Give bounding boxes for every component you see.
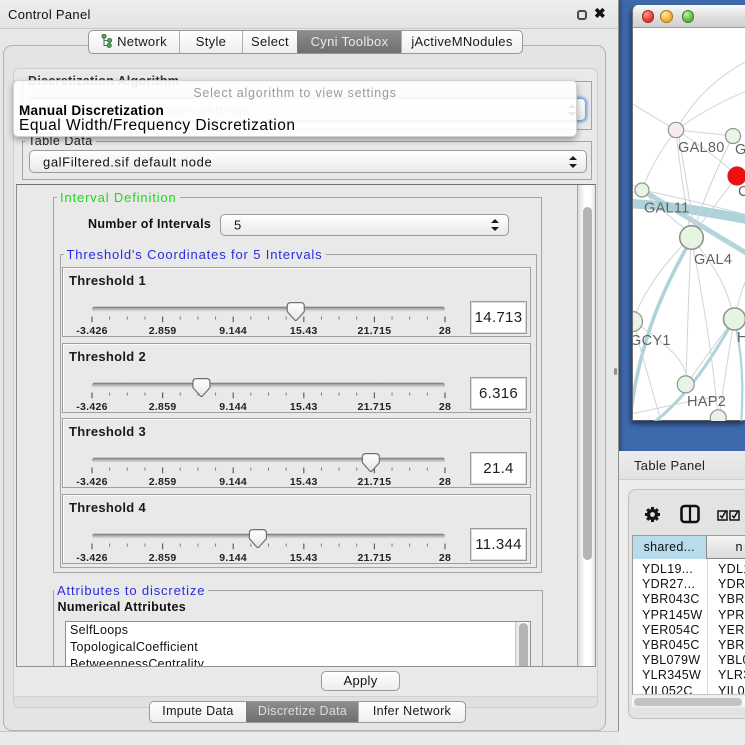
- svg-text:-3.426: -3.426: [76, 476, 108, 488]
- svg-text:21.715: 21.715: [357, 476, 391, 488]
- svg-text:HAP2: HAP2: [687, 394, 726, 410]
- svg-text:9.144: 9.144: [219, 325, 247, 337]
- svg-text:H: H: [737, 330, 745, 346]
- svg-text:-3.426: -3.426: [76, 552, 108, 564]
- svg-text:GAL11: GAL11: [644, 201, 690, 217]
- svg-text:21.715: 21.715: [357, 325, 391, 337]
- svg-text:9.144: 9.144: [219, 401, 247, 413]
- svg-text:-3.426: -3.426: [76, 401, 108, 413]
- svg-text:GCY1: GCY1: [633, 333, 671, 349]
- svg-text:C: C: [738, 184, 745, 200]
- svg-text:2.859: 2.859: [149, 401, 177, 413]
- svg-text:2.859: 2.859: [149, 552, 177, 564]
- svg-text:15.43: 15.43: [290, 476, 318, 488]
- svg-text:28: 28: [439, 325, 451, 337]
- svg-text:28: 28: [439, 476, 451, 488]
- svg-text:21.715: 21.715: [357, 401, 391, 413]
- svg-text:9.144: 9.144: [219, 476, 247, 488]
- svg-text:2.859: 2.859: [149, 325, 177, 337]
- svg-text:GAL80: GAL80: [678, 140, 725, 156]
- svg-text:-3.426: -3.426: [76, 325, 108, 337]
- svg-text:GAL4: GAL4: [694, 252, 732, 268]
- svg-text:2.859: 2.859: [149, 476, 177, 488]
- svg-text:15.43: 15.43: [290, 325, 318, 337]
- svg-text:28: 28: [439, 552, 451, 564]
- svg-text:21.715: 21.715: [357, 552, 391, 564]
- svg-text:15.43: 15.43: [290, 401, 318, 413]
- svg-text:15.43: 15.43: [290, 552, 318, 564]
- svg-text:28: 28: [439, 401, 451, 413]
- svg-text:GA: GA: [735, 142, 745, 158]
- svg-text:9.144: 9.144: [219, 552, 247, 564]
